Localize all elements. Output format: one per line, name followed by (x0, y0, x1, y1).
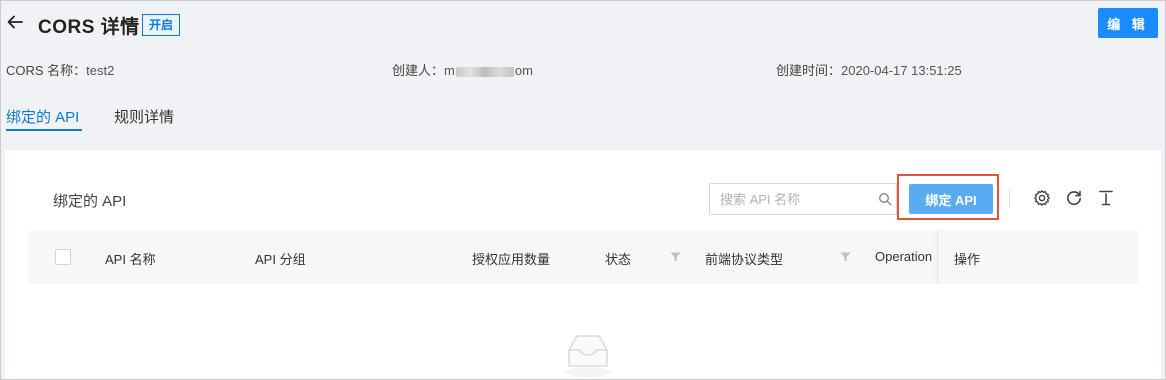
select-all-checkbox[interactable] (55, 249, 71, 265)
cors-name-field: CORS 名称：test2 (6, 60, 114, 79)
section-title: 绑定的 API (53, 193, 127, 210)
page-title: CORS 详情 (38, 17, 140, 38)
toolbar-divider (1009, 190, 1010, 208)
redacted-email (455, 66, 514, 77)
gear-icon[interactable] (1033, 189, 1051, 207)
creator-label: 创建人： (392, 63, 445, 78)
created-time-field: 创建时间：2020-04-17 13:51:25 (776, 60, 962, 79)
search-box[interactable] (709, 183, 897, 215)
refresh-icon[interactable] (1065, 189, 1083, 207)
fixed-column-divider (937, 230, 938, 284)
filter-icon[interactable] (840, 252, 851, 262)
column-authorized-apps[interactable]: 授权应用数量 (472, 249, 550, 268)
created-time-label: 创建时间： (776, 63, 842, 78)
bind-api-button[interactable]: 绑定 API (909, 184, 993, 214)
column-frontend-protocol[interactable]: 前端协议类型 (705, 249, 783, 268)
creator-value-end: om (514, 63, 533, 78)
creator-field: 创建人：m om (392, 60, 533, 79)
status-badge: 开启 (142, 14, 181, 36)
empty-inbox-icon (564, 335, 612, 377)
back-arrow-icon[interactable] (6, 13, 24, 31)
column-actions[interactable]: 操作 (954, 249, 980, 268)
column-status[interactable]: 状态 (605, 249, 631, 268)
search-icon[interactable] (878, 192, 892, 206)
table-header: API 名称 API 分组 授权应用数量 状态 前端协议类型 Operation… (29, 230, 1138, 284)
export-icon[interactable] (1097, 189, 1115, 207)
cors-name-label: CORS 名称： (6, 63, 87, 78)
edit-button[interactable]: 编 辑 (1098, 8, 1158, 38)
tab-rule-details[interactable]: 规则详情 (114, 106, 174, 127)
active-tab-indicator (6, 129, 82, 131)
column-operation[interactable]: Operation (875, 249, 932, 264)
column-api-name[interactable]: API 名称 (105, 249, 156, 268)
filter-icon[interactable] (670, 252, 681, 262)
column-api-group[interactable]: API 分组 (255, 249, 306, 268)
creator-value-start: m (444, 63, 455, 78)
created-time-value: 2020-04-17 13:51:25 (841, 63, 962, 78)
search-input[interactable] (710, 184, 870, 214)
cors-name-value: test2 (86, 63, 115, 78)
tab-bound-api[interactable]: 绑定的 API (6, 106, 79, 127)
bound-api-panel: 绑定的 API 绑定 API API 名称 API 分组 授权应用数量 状态 前… (5, 150, 1161, 380)
